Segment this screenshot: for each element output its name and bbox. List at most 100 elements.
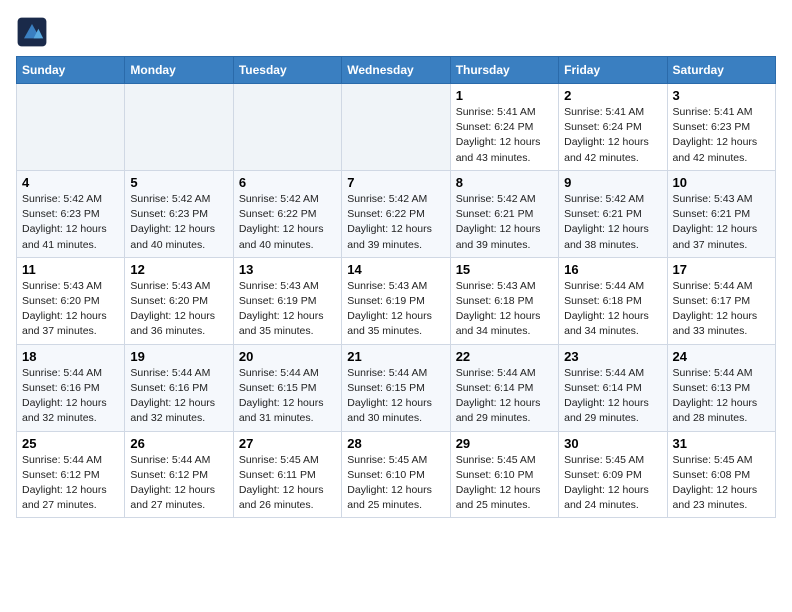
calendar-cell: 30 Sunrise: 5:45 AMSunset: 6:09 PMDayligh… [559,431,667,518]
day-number: 3 [673,88,770,103]
weekday-header-wednesday: Wednesday [342,57,450,84]
day-number: 22 [456,349,553,364]
day-info: Sunrise: 5:44 AMSunset: 6:16 PMDaylight:… [130,366,227,427]
day-info: Sunrise: 5:43 AMSunset: 6:19 PMDaylight:… [347,279,444,340]
calendar-cell: 31 Sunrise: 5:45 AMSunset: 6:08 PMDayligh… [667,431,775,518]
day-info: Sunrise: 5:45 AMSunset: 6:08 PMDaylight:… [673,453,770,514]
day-info: Sunrise: 5:44 AMSunset: 6:14 PMDaylight:… [564,366,661,427]
calendar-cell: 12 Sunrise: 5:43 AMSunset: 6:20 PMDayligh… [125,257,233,344]
day-info: Sunrise: 5:43 AMSunset: 6:21 PMDaylight:… [673,192,770,253]
calendar-cell: 11 Sunrise: 5:43 AMSunset: 6:20 PMDayligh… [17,257,125,344]
calendar-week-2: 4 Sunrise: 5:42 AMSunset: 6:23 PMDaylight… [17,170,776,257]
calendar-cell: 10Sunrise: 5:43 AMSunset: 6:21 PMDayligh… [667,170,775,257]
day-number: 2 [564,88,661,103]
weekday-header-monday: Monday [125,57,233,84]
calendar-week-1: 1 Sunrise: 5:41 AMSunset: 6:24 PMDaylight… [17,84,776,171]
day-number: 24 [673,349,770,364]
weekday-header-saturday: Saturday [667,57,775,84]
day-info: Sunrise: 5:45 AMSunset: 6:11 PMDaylight:… [239,453,336,514]
day-number: 23 [564,349,661,364]
calendar-cell: 27 Sunrise: 5:45 AMSunset: 6:11 PMDayligh… [233,431,341,518]
day-number: 27 [239,436,336,451]
day-info: Sunrise: 5:43 AMSunset: 6:20 PMDaylight:… [22,279,119,340]
day-number: 26 [130,436,227,451]
calendar-cell: 16 Sunrise: 5:44 AMSunset: 6:18 PMDayligh… [559,257,667,344]
day-number: 1 [456,88,553,103]
weekday-header-tuesday: Tuesday [233,57,341,84]
day-info: Sunrise: 5:41 AMSunset: 6:24 PMDaylight:… [456,105,553,166]
day-info: Sunrise: 5:44 AMSunset: 6:14 PMDaylight:… [456,366,553,427]
calendar-cell: 25 Sunrise: 5:44 AMSunset: 6:12 PMDayligh… [17,431,125,518]
calendar-cell [342,84,450,171]
calendar-cell: 14 Sunrise: 5:43 AMSunset: 6:19 PMDayligh… [342,257,450,344]
calendar-cell: 8 Sunrise: 5:42 AMSunset: 6:21 PMDaylight… [450,170,558,257]
day-number: 16 [564,262,661,277]
day-number: 21 [347,349,444,364]
day-number: 4 [22,175,119,190]
day-number: 29 [456,436,553,451]
day-info: Sunrise: 5:44 AMSunset: 6:15 PMDaylight:… [347,366,444,427]
calendar-cell: 26Sunrise: 5:44 AMSunset: 6:12 PMDayligh… [125,431,233,518]
day-info: Sunrise: 5:44 AMSunset: 6:17 PMDaylight:… [673,279,770,340]
day-info: Sunrise: 5:41 AMSunset: 6:23 PMDaylight:… [673,105,770,166]
calendar-cell: 19 Sunrise: 5:44 AMSunset: 6:16 PMDayligh… [125,344,233,431]
calendar-cell: 24 Sunrise: 5:44 AMSunset: 6:13 PMDayligh… [667,344,775,431]
day-info: Sunrise: 5:43 AMSunset: 6:18 PMDaylight:… [456,279,553,340]
calendar-cell: 7Sunrise: 5:42 AMSunset: 6:22 PMDaylight… [342,170,450,257]
day-number: 28 [347,436,444,451]
day-info: Sunrise: 5:44 AMSunset: 6:12 PMDaylight:… [22,453,119,514]
day-number: 25 [22,436,119,451]
calendar-cell: 13 Sunrise: 5:43 AMSunset: 6:19 PMDayligh… [233,257,341,344]
day-number: 31 [673,436,770,451]
calendar-week-3: 11 Sunrise: 5:43 AMSunset: 6:20 PMDayligh… [17,257,776,344]
calendar-cell: 2 Sunrise: 5:41 AMSunset: 6:24 PMDaylight… [559,84,667,171]
weekday-header-sunday: Sunday [17,57,125,84]
day-number: 13 [239,262,336,277]
day-info: Sunrise: 5:43 AMSunset: 6:20 PMDaylight:… [130,279,227,340]
day-info: Sunrise: 5:44 AMSunset: 6:18 PMDaylight:… [564,279,661,340]
calendar-cell: 17Sunrise: 5:44 AMSunset: 6:17 PMDayligh… [667,257,775,344]
calendar-cell: 28Sunrise: 5:45 AMSunset: 6:10 PMDayligh… [342,431,450,518]
calendar-cell: 15 Sunrise: 5:43 AMSunset: 6:18 PMDayligh… [450,257,558,344]
day-info: Sunrise: 5:42 AMSunset: 6:23 PMDaylight:… [130,192,227,253]
calendar-cell: 4 Sunrise: 5:42 AMSunset: 6:23 PMDaylight… [17,170,125,257]
day-number: 19 [130,349,227,364]
day-info: Sunrise: 5:45 AMSunset: 6:09 PMDaylight:… [564,453,661,514]
day-info: Sunrise: 5:42 AMSunset: 6:21 PMDaylight:… [456,192,553,253]
day-info: Sunrise: 5:42 AMSunset: 6:23 PMDaylight:… [22,192,119,253]
day-number: 15 [456,262,553,277]
day-info: Sunrise: 5:45 AMSunset: 6:10 PMDaylight:… [456,453,553,514]
calendar-cell: 5 Sunrise: 5:42 AMSunset: 6:23 PMDaylight… [125,170,233,257]
day-info: Sunrise: 5:42 AMSunset: 6:22 PMDaylight:… [239,192,336,253]
calendar-cell: 9Sunrise: 5:42 AMSunset: 6:21 PMDaylight… [559,170,667,257]
calendar-cell [233,84,341,171]
day-number: 12 [130,262,227,277]
calendar-table: SundayMondayTuesdayWednesdayThursdayFrid… [16,56,776,518]
day-info: Sunrise: 5:42 AMSunset: 6:22 PMDaylight:… [347,192,444,253]
calendar-cell: 3 Sunrise: 5:41 AMSunset: 6:23 PMDaylight… [667,84,775,171]
day-number: 20 [239,349,336,364]
day-number: 18 [22,349,119,364]
weekday-header-friday: Friday [559,57,667,84]
logo-icon [16,16,48,48]
day-info: Sunrise: 5:44 AMSunset: 6:15 PMDaylight:… [239,366,336,427]
page-header [16,16,776,48]
calendar-week-5: 25 Sunrise: 5:44 AMSunset: 6:12 PMDayligh… [17,431,776,518]
calendar-cell: 20 Sunrise: 5:44 AMSunset: 6:15 PMDayligh… [233,344,341,431]
calendar-cell: 23 Sunrise: 5:44 AMSunset: 6:14 PMDayligh… [559,344,667,431]
calendar-cell: 6 Sunrise: 5:42 AMSunset: 6:22 PMDaylight… [233,170,341,257]
calendar-cell: 29 Sunrise: 5:45 AMSunset: 6:10 PMDayligh… [450,431,558,518]
day-number: 30 [564,436,661,451]
day-number: 14 [347,262,444,277]
calendar-cell [17,84,125,171]
day-number: 5 [130,175,227,190]
day-info: Sunrise: 5:43 AMSunset: 6:19 PMDaylight:… [239,279,336,340]
day-number: 6 [239,175,336,190]
calendar-body: 1 Sunrise: 5:41 AMSunset: 6:24 PMDaylight… [17,84,776,518]
day-number: 8 [456,175,553,190]
day-info: Sunrise: 5:41 AMSunset: 6:24 PMDaylight:… [564,105,661,166]
day-number: 11 [22,262,119,277]
weekday-header-thursday: Thursday [450,57,558,84]
day-info: Sunrise: 5:44 AMSunset: 6:13 PMDaylight:… [673,366,770,427]
day-number: 9 [564,175,661,190]
